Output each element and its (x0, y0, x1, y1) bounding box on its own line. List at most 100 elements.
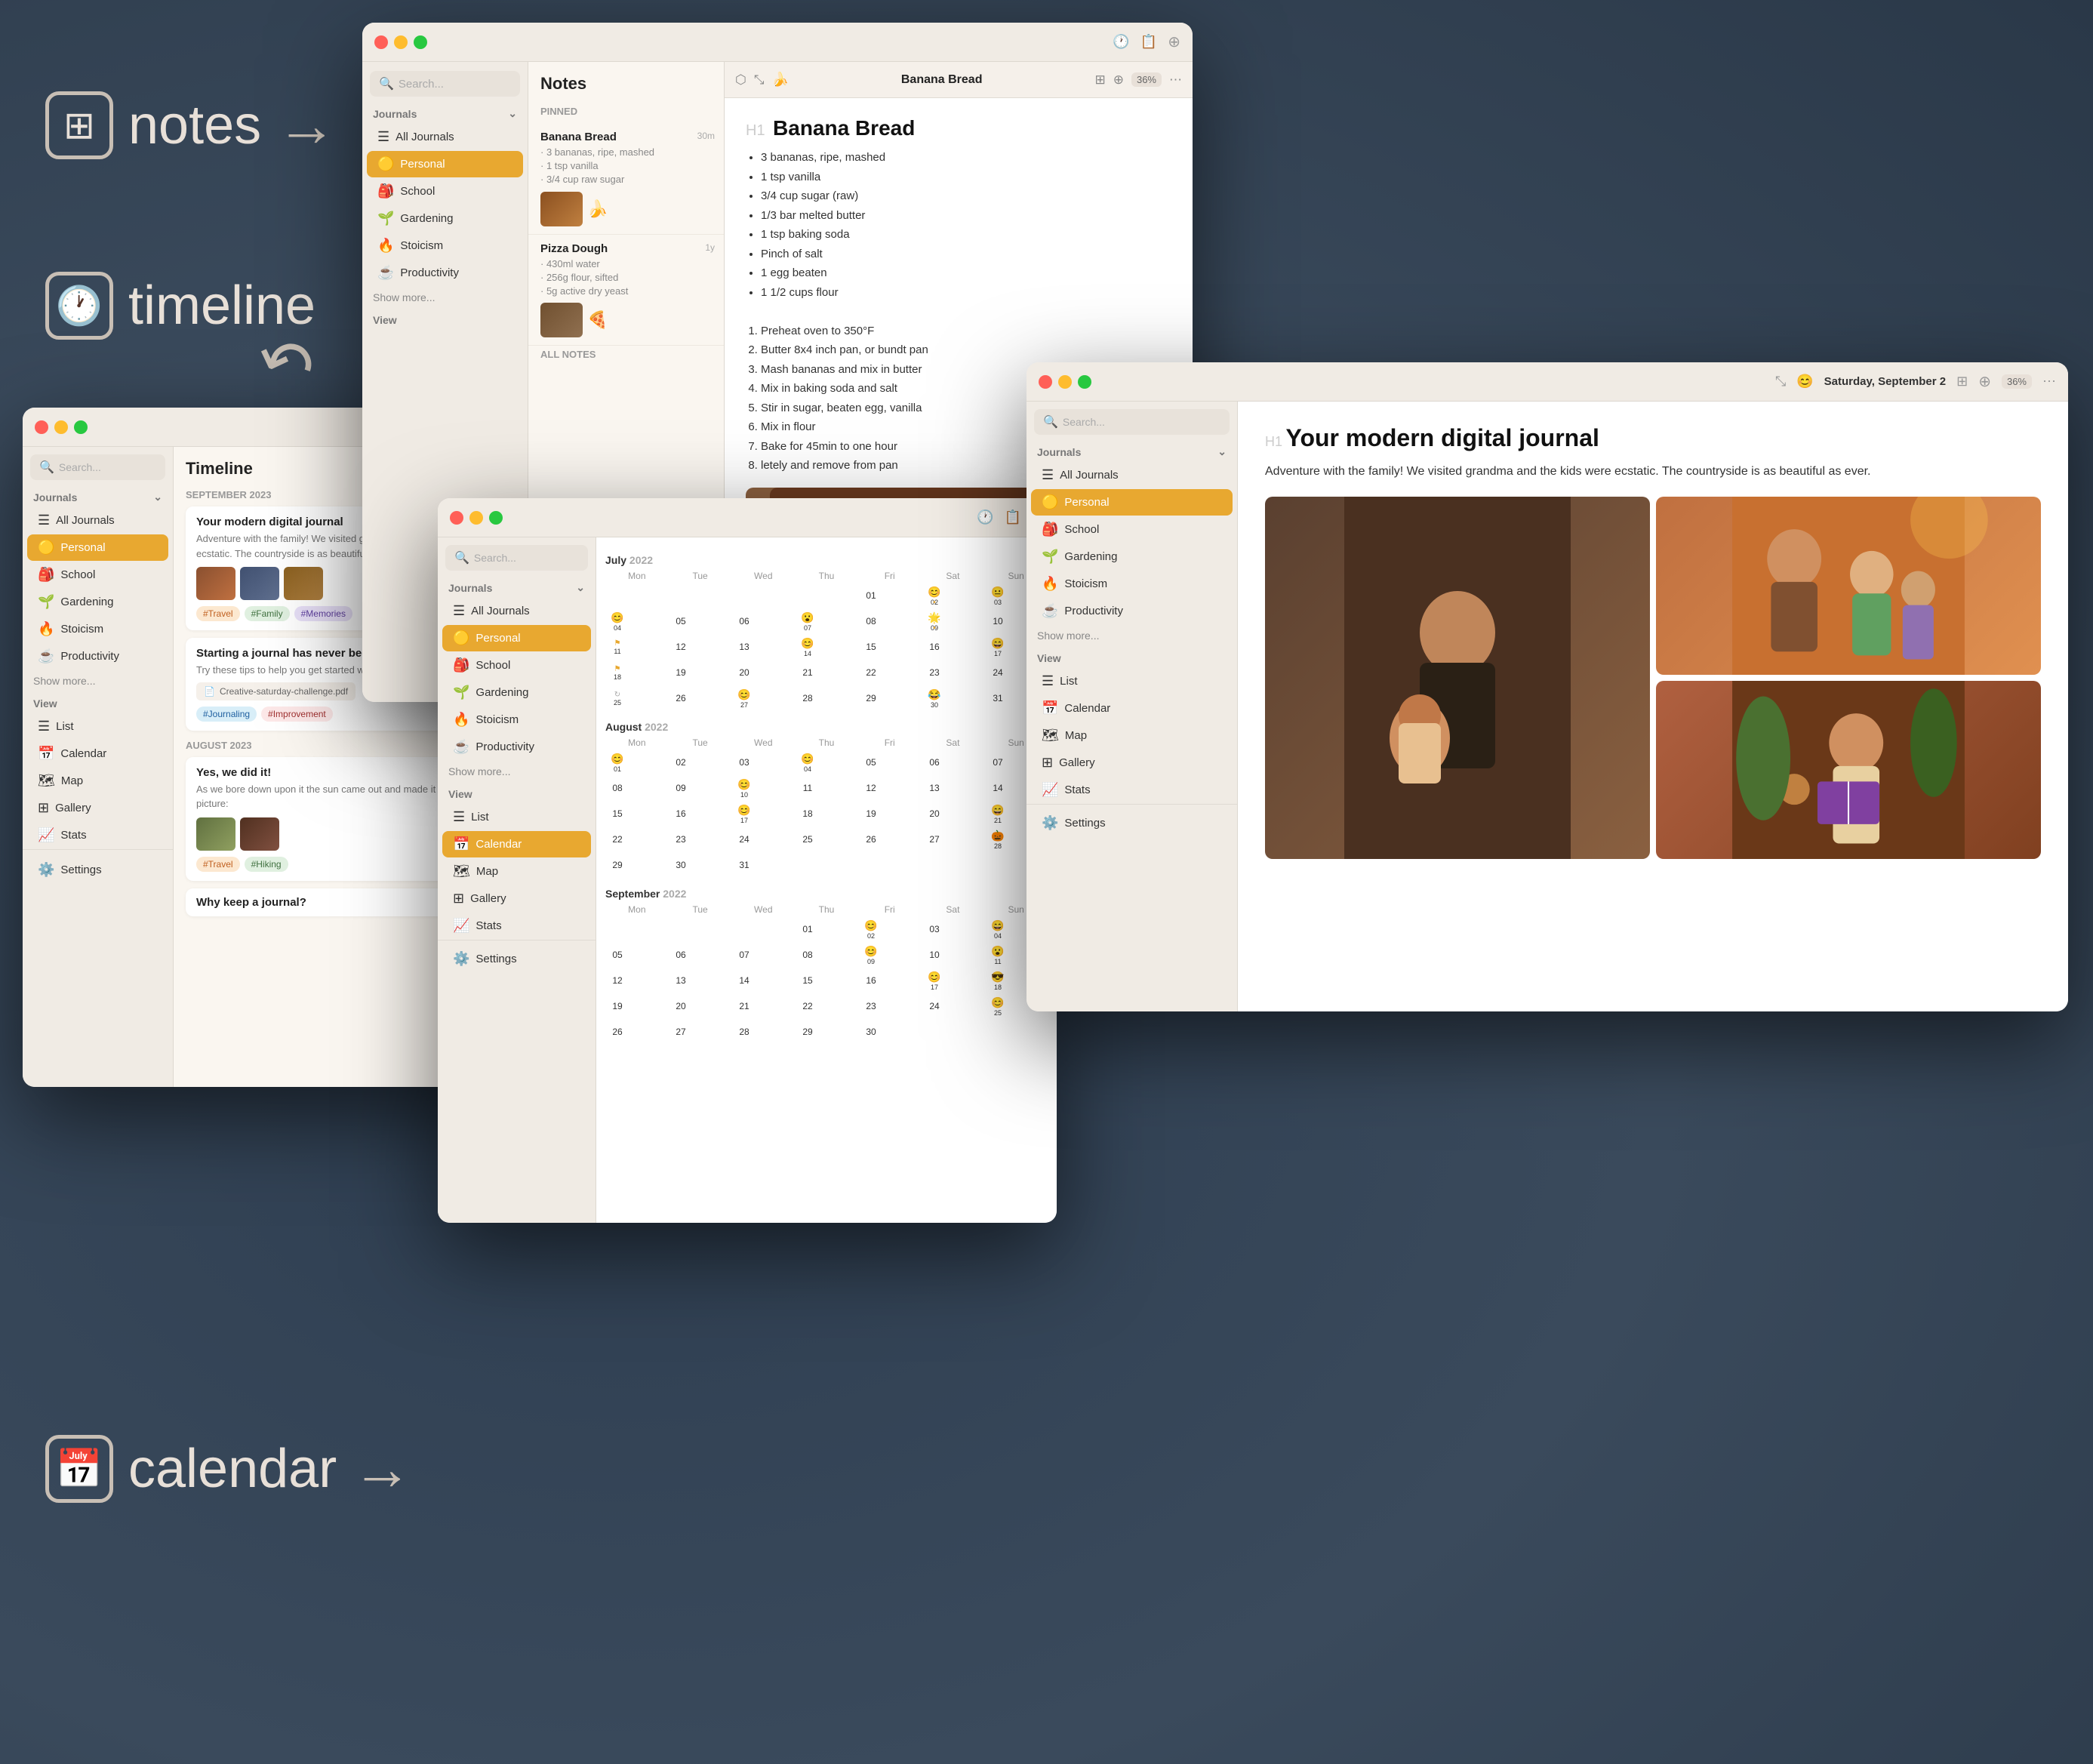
maximize-button[interactable] (414, 35, 427, 49)
det-view-map[interactable]: 🗺 Map (1031, 722, 1233, 749)
note1-title: Banana Bread (540, 131, 712, 143)
search-bar[interactable]: 🔍 Search... (370, 71, 520, 97)
back-icon[interactable]: ⬡ (735, 72, 746, 88)
close-button[interactable] (374, 35, 388, 49)
cal-view-gallery[interactable]: ⊞ Gallery (442, 885, 591, 912)
det-view-list[interactable]: ☰ List (1031, 668, 1233, 694)
det-add-icon[interactable]: ⊕ (1978, 372, 1991, 391)
entry2-attachment[interactable]: 📄 Creative-saturday-challenge.pdf (196, 682, 356, 700)
note-icon[interactable]: 📋 (1140, 34, 1157, 50)
tl-sidebar-productivity[interactable]: ☕ Productivity (27, 643, 168, 670)
cal-sidebar-gardening[interactable]: 🌱 Gardening (442, 679, 591, 706)
cal-sidebar-stoicism[interactable]: 🔥 Stoicism (442, 707, 591, 733)
sidebar-item-stoicism[interactable]: 🔥 Stoicism (367, 232, 523, 259)
tag-journaling[interactable]: #Journaling (196, 707, 257, 722)
det-search-icon: 🔍 (1043, 414, 1058, 429)
tag-travel2[interactable]: #Travel (196, 857, 240, 872)
tag-travel[interactable]: #Travel (196, 606, 240, 621)
det-tl-max[interactable] (1078, 375, 1091, 389)
det-view-calendar[interactable]: 📅 Calendar (1031, 695, 1233, 722)
det-settings[interactable]: ⚙️ Settings (1031, 810, 1233, 836)
tl-view-gallery[interactable]: ⊞ Gallery (27, 795, 168, 821)
det-sidebar-stoicism[interactable]: 🔥 Stoicism (1031, 571, 1233, 597)
tl-sidebar-personal[interactable]: 🟡 Personal (27, 534, 168, 561)
det-more-icon[interactable]: ⋯ (2042, 374, 2056, 389)
det-sidebar-personal[interactable]: 🟡 Personal (1031, 489, 1233, 516)
note1-emoji: 🍌 (587, 199, 608, 219)
tag-memories[interactable]: #Memories (294, 606, 352, 621)
add-icon[interactable]: ⊕ (1168, 32, 1180, 51)
note2-thumbnail (540, 303, 583, 337)
det-sidebar-gardening[interactable]: 🌱 Gardening (1031, 543, 1233, 570)
tag-improvement[interactable]: #Improvement (261, 707, 333, 722)
tl-close[interactable] (35, 420, 48, 434)
detail-title: Your modern digital journal (1285, 424, 1599, 451)
sidebar-item-productivity[interactable]: ☕ Productivity (367, 260, 523, 286)
timeline-search[interactable]: 🔍 Search... (30, 454, 165, 480)
clock-icon[interactable]: 🕐 (1113, 34, 1129, 50)
cal-tl-min[interactable] (469, 511, 483, 525)
detail-text: Adventure with the family! We visited gr… (1265, 461, 2041, 482)
note-banana-bread[interactable]: 30m Banana Bread · 3 bananas, ripe, mash… (528, 123, 724, 235)
detail-sidebar: 🔍 Search... Journals ⌄ ☰ All Journals 🟡 … (1026, 402, 1238, 1011)
det-show-more[interactable]: Show more... (1026, 625, 1237, 646)
timeline-traffic-lights (35, 420, 88, 434)
det-view-gallery[interactable]: ⊞ Gallery (1031, 750, 1233, 776)
det-sidebar-school[interactable]: 🎒 School (1031, 516, 1233, 543)
cal-sidebar-school[interactable]: 🎒 School (442, 652, 591, 679)
grid-icon[interactable]: ⊞ (1094, 72, 1105, 88)
sidebar-item-all-journals[interactable]: ☰ All Journals (367, 124, 523, 150)
note2-preview: · 430ml water· 256g flour, sifted· 5g ac… (540, 257, 712, 299)
det-search[interactable]: 🔍 Search... (1034, 409, 1230, 435)
tl-sidebar-gardening[interactable]: 🌱 Gardening (27, 589, 168, 615)
expand-icon[interactable]: ⤡ (754, 72, 765, 88)
cal-sidebar-productivity[interactable]: ☕ Productivity (442, 734, 591, 760)
cal-view-stats[interactable]: 📈 Stats (442, 913, 591, 939)
det-view-stats[interactable]: 📈 Stats (1031, 777, 1233, 803)
tag-hiking[interactable]: #Hiking (245, 857, 288, 872)
cal-clock-icon[interactable]: 🕐 (977, 509, 993, 525)
sidebar-item-personal[interactable]: 🟡 Personal (367, 151, 523, 177)
tl-view-stats[interactable]: 📈 Stats (27, 822, 168, 848)
tl-settings[interactable]: ⚙️ Settings (27, 857, 168, 883)
note-pizza-dough[interactable]: 1y Pizza Dough · 430ml water· 256g flour… (528, 235, 724, 346)
det-tl-close[interactable] (1039, 375, 1052, 389)
add-icon2[interactable]: ⊕ (1113, 72, 1124, 88)
cal-sidebar-all[interactable]: ☰ All Journals (442, 598, 591, 624)
cal-show-more[interactable]: Show more... (438, 761, 596, 782)
tl-view-calendar[interactable]: 📅 Calendar (27, 740, 168, 767)
cal-view-list[interactable]: ☰ List (442, 804, 591, 830)
cal-settings[interactable]: ⚙️ Settings (442, 946, 591, 972)
cal-search[interactable]: 🔍 Search... (445, 545, 588, 571)
tl-show-more[interactable]: Show more... (23, 670, 173, 691)
tl-view-list[interactable]: ☰ List (27, 713, 168, 740)
tag-family[interactable]: #Family (245, 606, 290, 621)
det-tl-min[interactable] (1058, 375, 1072, 389)
more-icon[interactable]: ⋯ (1169, 72, 1182, 88)
search-icon: 🔍 (379, 76, 394, 91)
cal-view-calendar[interactable]: 📅 Calendar (442, 831, 591, 857)
cal-days-header: MonTueWedThuFriSatSun (605, 571, 1048, 581)
cal-view-map[interactable]: 🗺 Map (442, 858, 591, 885)
det-grid-icon[interactable]: ⊞ (1956, 374, 1968, 389)
cal-tl-close[interactable] (450, 511, 463, 525)
detail-photo-2 (1656, 497, 2041, 675)
tl-view-map[interactable]: 🗺 Map (27, 768, 168, 794)
tl-min[interactable] (54, 420, 68, 434)
det-expand-icon[interactable]: ⤡ (1775, 374, 1786, 389)
det-sidebar-productivity[interactable]: ☕ Productivity (1031, 598, 1233, 624)
tl-sidebar-all[interactable]: ☰ All Journals (27, 507, 168, 534)
tl-max[interactable] (74, 420, 88, 434)
sidebar-item-gardening[interactable]: 🌱 Gardening (367, 205, 523, 232)
detail-layout: 🔍 Search... Journals ⌄ ☰ All Journals 🟡 … (1026, 402, 2068, 1011)
minimize-button[interactable] (394, 35, 408, 49)
tl-sidebar-school[interactable]: 🎒 School (27, 562, 168, 588)
show-more-button[interactable]: Show more... (362, 287, 528, 308)
cal-sidebar-personal[interactable]: 🟡 Personal (442, 625, 591, 651)
timeline-journals-header: Journals ⌄ (23, 488, 173, 506)
det-sidebar-all[interactable]: ☰ All Journals (1031, 462, 1233, 488)
cal-note-icon[interactable]: 📋 (1005, 509, 1021, 525)
cal-tl-max[interactable] (489, 511, 503, 525)
sidebar-item-school[interactable]: 🎒 School (367, 178, 523, 205)
tl-sidebar-stoicism[interactable]: 🔥 Stoicism (27, 616, 168, 642)
